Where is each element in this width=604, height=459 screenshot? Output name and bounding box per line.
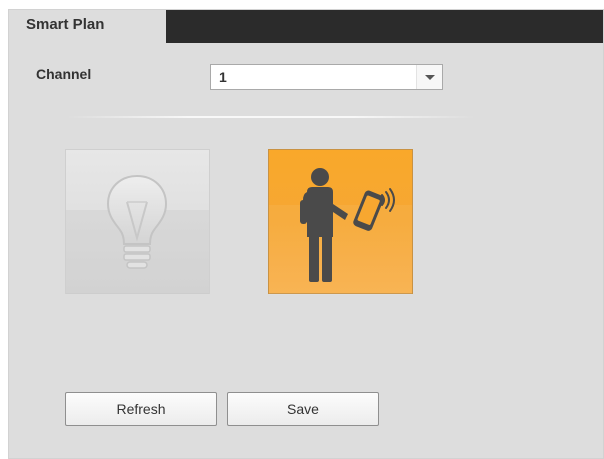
divider bbox=[67, 116, 475, 118]
channel-label: Channel bbox=[36, 66, 92, 82]
plan-tile-person[interactable] bbox=[268, 149, 413, 295]
tab-bar: Smart Plan bbox=[9, 10, 603, 43]
refresh-button[interactable]: Refresh bbox=[65, 392, 217, 426]
channel-select[interactable]: 1 bbox=[210, 64, 443, 90]
channel-selected-value: 1 bbox=[219, 69, 227, 85]
plan-tile-idea[interactable] bbox=[65, 149, 210, 294]
save-button[interactable]: Save bbox=[227, 392, 379, 426]
chevron-down-icon[interactable] bbox=[416, 65, 442, 89]
smart-plan-panel: Smart Plan Channel 1 Refresh Save bbox=[8, 9, 604, 459]
tab-smart-plan[interactable]: Smart Plan bbox=[9, 10, 166, 43]
person-phone-icon bbox=[300, 168, 395, 282]
lightbulb-icon bbox=[106, 174, 168, 269]
